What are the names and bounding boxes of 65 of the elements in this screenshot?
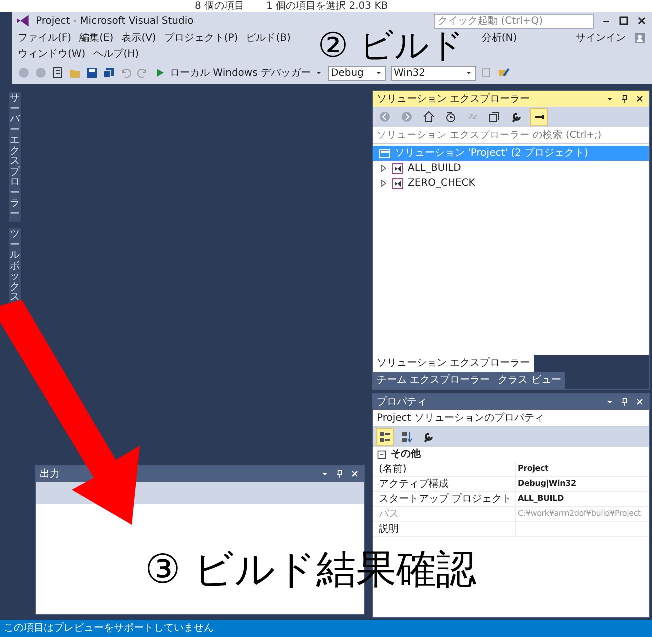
project-icon xyxy=(392,178,404,190)
sign-in-link[interactable]: サインイン xyxy=(576,30,626,46)
menu-item[interactable]: プロジェクト(P) xyxy=(164,30,238,46)
quick-launch-field[interactable]: クイック起動 (Ctrl+Q) xyxy=(434,14,594,28)
expander-arrow-icon[interactable] xyxy=(379,179,388,188)
value-cell[interactable] xyxy=(515,522,649,537)
pin-icon[interactable] xyxy=(620,397,630,407)
property-name: スタートアップ プロジェクト xyxy=(373,492,515,507)
search-field[interactable]: ソリューション エクスプローラー の検索 (Ctrl+;) xyxy=(373,127,649,144)
logo-icon xyxy=(16,14,30,28)
property-name: 説明 xyxy=(373,522,515,537)
tree-item[interactable]: ALL_BUILD xyxy=(373,161,649,176)
window-title: Project - Microsoft Visual Studio xyxy=(36,14,194,28)
property-name: パス xyxy=(373,507,515,522)
new-project-icon[interactable] xyxy=(52,67,64,79)
property-name: (名前) xyxy=(373,462,515,477)
collapse-icon[interactable] xyxy=(377,450,387,460)
home-icon[interactable] xyxy=(423,111,435,123)
panel-title: ソリューション エクスプローラー xyxy=(377,92,530,106)
menu-item[interactable]: 表示(V) xyxy=(122,30,156,46)
menu-item[interactable]: ウィンドウ(W) xyxy=(18,46,86,62)
property-value[interactable]: Project xyxy=(515,462,649,477)
sort-icon[interactable] xyxy=(401,431,413,443)
collapse-icon[interactable] xyxy=(489,111,501,123)
panel-tab[interactable]: ソリューション エクスプローラー xyxy=(373,355,534,372)
menu-item[interactable]: 分析(N) xyxy=(482,30,518,46)
status-text: この項目はプレビューをサポートしていません xyxy=(0,620,652,637)
panel-tab[interactable]: クラス ビュー xyxy=(494,372,566,389)
save-icon[interactable] xyxy=(86,67,98,79)
selection-text: 1 個の項目を選択 2.03 KB xyxy=(266,2,388,12)
wrench-icon[interactable] xyxy=(423,431,435,443)
solution-icon xyxy=(379,148,391,160)
annotation-text: ② ビルド xyxy=(318,29,464,63)
property-name: アクティブ構成 xyxy=(373,477,515,492)
platform-dropdown[interactable]: Win32 xyxy=(391,66,476,80)
wrench-icon[interactable] xyxy=(511,111,523,123)
panel-title: 出力 xyxy=(40,468,60,482)
maximize-icon[interactable] xyxy=(618,15,630,27)
category-label: その他 xyxy=(391,448,421,462)
categorized-icon[interactable] xyxy=(379,431,391,443)
property-value[interactable]: Debug|Win32 xyxy=(515,477,649,492)
menu-item[interactable]: ファイル(F) xyxy=(18,30,72,46)
account-icon[interactable] xyxy=(634,32,646,44)
panel-tab[interactable]: チーム エクスプローラー xyxy=(373,372,494,389)
menu-item[interactable]: 編集(E) xyxy=(80,30,114,46)
pin-icon[interactable] xyxy=(620,94,630,104)
panel-title: プロパティ xyxy=(377,396,427,410)
pin-icon[interactable] xyxy=(335,469,345,479)
menu-item[interactable]: ヘルプ(H) xyxy=(94,46,140,62)
tool-icon[interactable] xyxy=(498,67,510,79)
item-count-text: 8 個の項目 xyxy=(195,2,245,12)
side-tab[interactable]: サーバーエクスプローラー xyxy=(9,92,21,222)
expander-arrow-icon[interactable] xyxy=(379,164,388,173)
close-icon[interactable] xyxy=(636,15,648,27)
menu-item[interactable]: ビルド(B) xyxy=(246,30,291,46)
configuration-dropdown[interactable]: Debug xyxy=(328,66,386,80)
save-all-icon[interactable] xyxy=(103,67,115,79)
close-icon[interactable] xyxy=(635,94,645,104)
project-icon xyxy=(392,162,404,174)
property-value[interactable]: ALL_BUILD xyxy=(515,492,649,507)
play-icon xyxy=(154,67,166,79)
clock-icon[interactable] xyxy=(445,111,457,123)
side-tab[interactable]: ツールボックス xyxy=(9,228,21,306)
tree-item[interactable]: ZERO_CHECK xyxy=(373,176,649,191)
start-debugging-button[interactable]: ローカル Windows デバッガー xyxy=(154,66,323,80)
